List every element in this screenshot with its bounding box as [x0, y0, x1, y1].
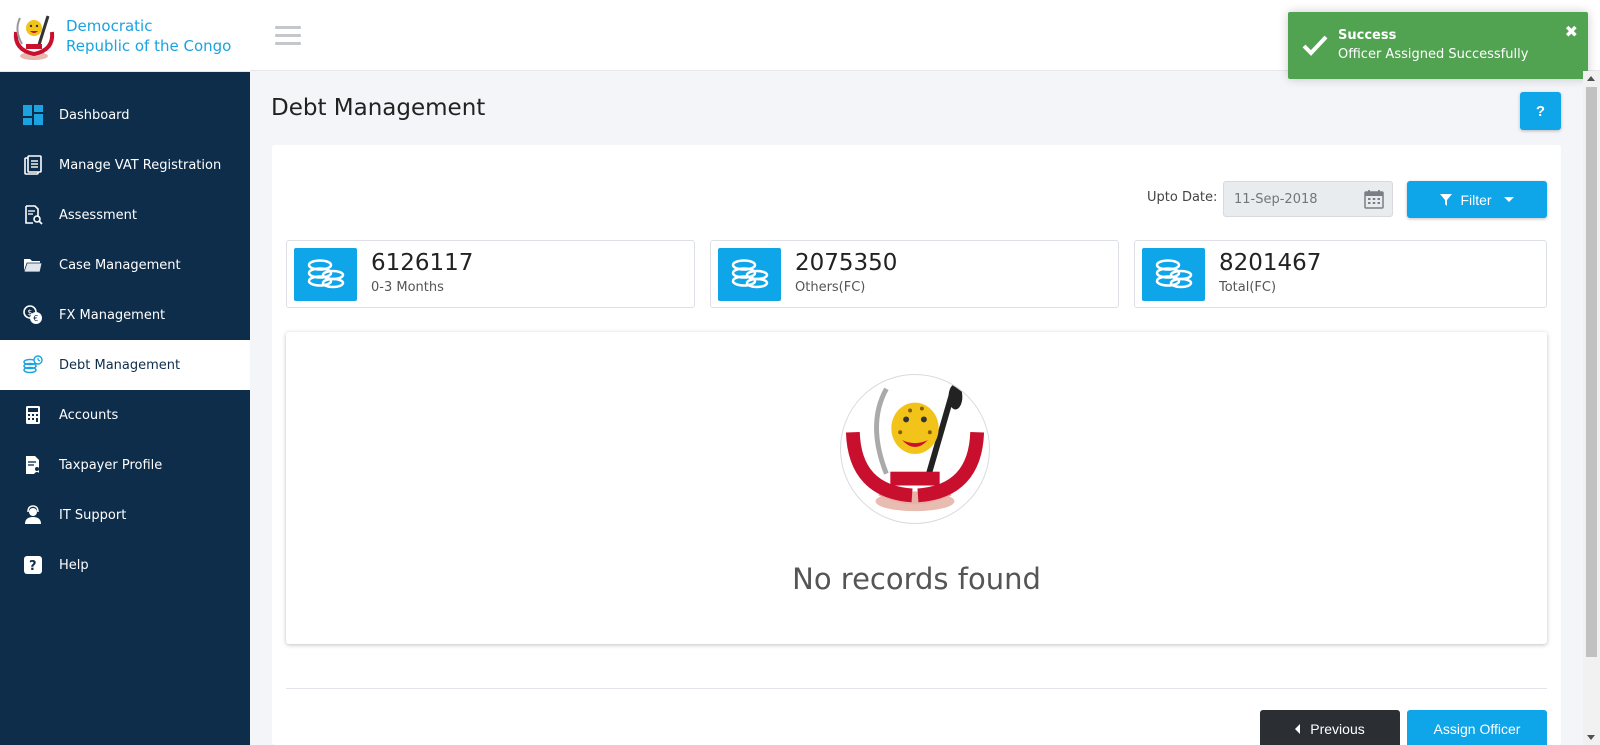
success-toast: Success Officer Assigned Successfully ✖ [1288, 12, 1588, 79]
sidebar: Democratic Republic of the Congo Dashboa… [0, 0, 250, 745]
sidebar-item-label: Assessment [59, 207, 137, 223]
coat-of-arms-emblem [840, 374, 990, 524]
sidebar-nav: Dashboard Manage VAT Registration Assess… [0, 90, 250, 590]
page-title: Debt Management [271, 95, 486, 121]
empty-message: No records found [792, 562, 1041, 596]
filter-icon [1440, 193, 1453, 206]
stat-card-others: 2075350 Others(FC) [710, 240, 1119, 308]
brand[interactable]: Democratic Republic of the Congo [0, 0, 250, 72]
upto-date-label: Upto Date: [1147, 190, 1218, 205]
filter-button[interactable]: Filter [1407, 181, 1547, 218]
sidebar-item-debt-management[interactable]: Debt Management [0, 340, 250, 390]
help-button[interactable]: ? [1520, 92, 1561, 130]
stat-label: Others(FC) [795, 280, 866, 295]
chevron-down-icon [1503, 197, 1514, 202]
document-list-icon [22, 154, 44, 176]
sidebar-item-it-support[interactable]: IT Support [0, 490, 250, 540]
filter-label: Filter [1460, 191, 1492, 208]
sidebar-item-case-management[interactable]: Case Management [0, 240, 250, 290]
menu-toggle-icon[interactable] [275, 26, 301, 46]
profile-document-icon [22, 454, 44, 476]
coins-clock-icon [22, 354, 44, 376]
sidebar-item-label: Help [59, 557, 89, 573]
stat-card-0-3-months: 6126117 0-3 Months [286, 240, 695, 308]
stat-label: Total(FC) [1219, 280, 1277, 295]
stat-card-total: 8201467 Total(FC) [1134, 240, 1547, 308]
coat-of-arms-logo [13, 15, 55, 60]
sidebar-item-label: Debt Management [59, 357, 181, 373]
sidebar-item-label: Case Management [59, 257, 181, 273]
scroll-down-icon[interactable] [1587, 735, 1595, 740]
sidebar-item-label: IT Support [59, 507, 127, 523]
question-icon: ? [22, 554, 44, 576]
scroll-thumb[interactable] [1586, 87, 1597, 657]
close-icon[interactable]: ✖ [1565, 24, 1578, 40]
stat-value: 6126117 [371, 250, 474, 276]
sidebar-item-dashboard[interactable]: Dashboard [0, 90, 250, 140]
sidebar-item-manage-vat-registration[interactable]: Manage VAT Registration [0, 140, 250, 190]
folder-icon [22, 254, 44, 276]
page-scrollbar[interactable] [1583, 71, 1600, 745]
brand-line-1: Democratic [66, 16, 153, 35]
calculator-icon [22, 404, 44, 426]
brand-line-2: Republic of the Congo [66, 36, 232, 55]
document-search-icon [22, 204, 44, 226]
stat-value: 8201467 [1219, 250, 1322, 276]
sidebar-item-accounts[interactable]: Accounts [0, 390, 250, 440]
sidebar-item-label: Taxpayer Profile [59, 457, 163, 473]
previous-label: Previous [1310, 720, 1365, 737]
coins-icon [294, 248, 357, 301]
dashboard-icon [22, 104, 44, 126]
svg-text:?: ? [29, 559, 37, 574]
sidebar-item-fx-management[interactable]: $ € FX Management [0, 290, 250, 340]
calendar-icon[interactable] [1364, 189, 1384, 209]
coins-icon [718, 248, 781, 301]
divider [286, 688, 1547, 689]
sidebar-item-taxpayer-profile[interactable]: Taxpayer Profile [0, 440, 250, 490]
stat-label: 0-3 Months [371, 280, 444, 295]
coins-icon [1142, 248, 1205, 301]
sidebar-item-label: Dashboard [59, 107, 130, 123]
svg-text:€: € [33, 314, 38, 323]
assign-officer-button[interactable]: Assign Officer [1407, 710, 1547, 745]
sidebar-item-label: Manage VAT Registration [59, 157, 222, 173]
sidebar-item-help[interactable]: ? Help [0, 540, 250, 590]
chevron-left-icon [1295, 723, 1301, 734]
support-agent-icon [22, 504, 44, 526]
sidebar-item-label: Accounts [59, 407, 119, 423]
stat-value: 2075350 [795, 250, 898, 276]
currency-exchange-icon: $ € [22, 304, 44, 326]
records-panel: No records found [286, 332, 1547, 644]
previous-button[interactable]: Previous [1260, 710, 1400, 745]
check-icon [1302, 35, 1328, 56]
toast-message: Officer Assigned Successfully [1338, 47, 1529, 62]
sidebar-item-label: FX Management [59, 307, 166, 323]
scroll-up-icon[interactable] [1587, 76, 1595, 81]
sidebar-item-assessment[interactable]: Assessment [0, 190, 250, 240]
toast-title: Success [1338, 28, 1397, 43]
